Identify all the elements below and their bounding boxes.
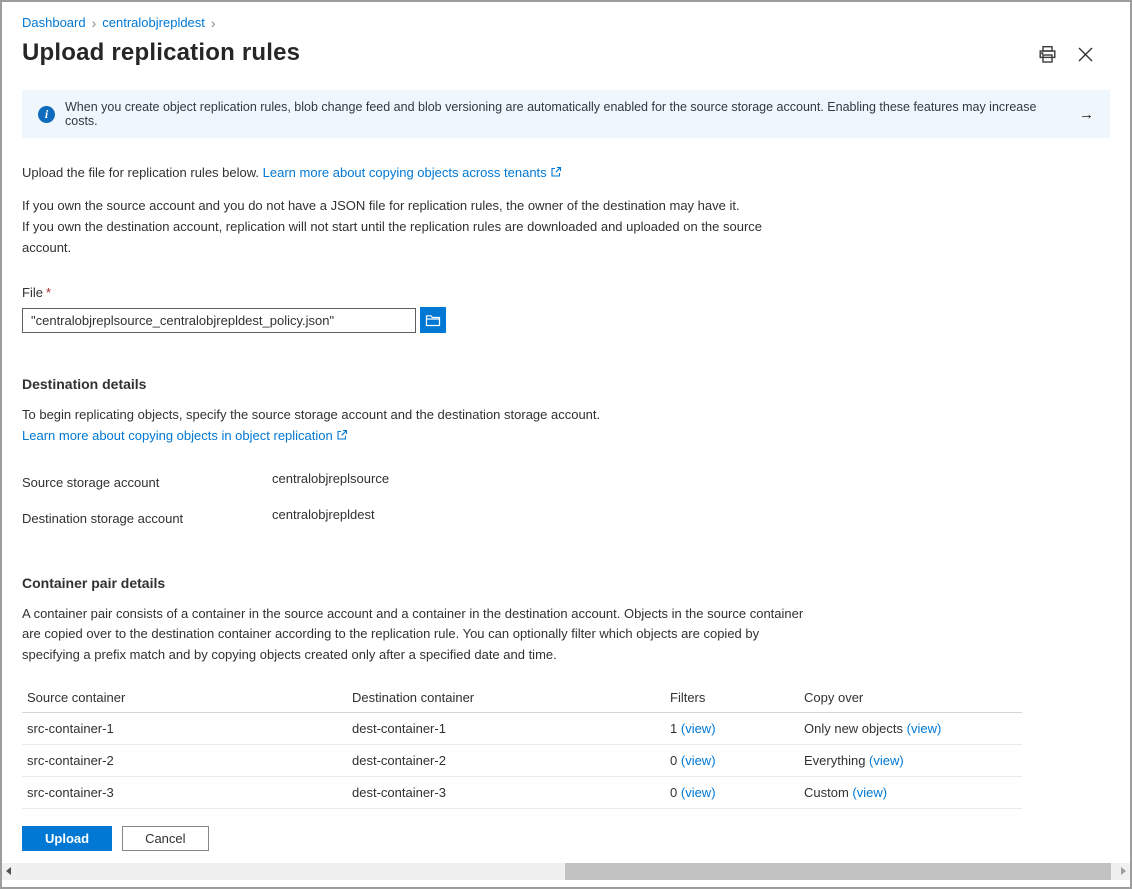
- filters-view-link[interactable]: (view): [681, 753, 716, 768]
- file-field-label: File*: [22, 285, 1110, 300]
- file-label-text: File: [22, 285, 43, 300]
- external-link-icon: [550, 166, 562, 181]
- source-container-cell: src-container-1: [22, 721, 347, 736]
- table-row: src-container-2 dest-container-2 0 (view…: [22, 745, 1022, 777]
- destination-container-cell: dest-container-2: [347, 753, 665, 768]
- print-button[interactable]: [1036, 43, 1059, 66]
- filters-count: 0: [670, 753, 677, 768]
- scrollbar-thumb[interactable]: [565, 863, 1111, 880]
- source-storage-account-row: Source storage account centralobjreplsou…: [22, 471, 1110, 490]
- browse-file-button[interactable]: [420, 307, 446, 333]
- container-pair-table: Source container Destination container F…: [22, 683, 1022, 809]
- info-banner: i When you create object replication rul…: [22, 90, 1110, 138]
- destination-details-heading: Destination details: [22, 376, 1110, 392]
- required-marker: *: [46, 285, 51, 300]
- notes-line-1: If you own the source account and you do…: [22, 196, 800, 217]
- chevron-right-icon: ›: [92, 15, 97, 30]
- column-header-filters: Filters: [665, 690, 799, 705]
- source-container-cell: src-container-2: [22, 753, 347, 768]
- learn-more-object-replication-link[interactable]: Learn more about copying objects in obje…: [22, 428, 333, 443]
- table-row: src-container-1 dest-container-1 1 (view…: [22, 713, 1022, 745]
- scroll-right-arrow-icon[interactable]: [1121, 867, 1126, 875]
- filters-cell: 0 (view): [665, 785, 799, 800]
- notes-paragraph: If you own the source account and you do…: [22, 196, 800, 258]
- filters-view-link[interactable]: (view): [681, 721, 716, 736]
- close-button[interactable]: [1075, 44, 1096, 65]
- copy-over-value: Everything: [804, 753, 865, 768]
- print-icon: [1038, 52, 1057, 67]
- info-icon: i: [38, 106, 55, 123]
- intro-text: Upload the file for replication rules be…: [22, 165, 1110, 181]
- title-bar: Upload replication rules: [22, 39, 1110, 67]
- destination-description-text: To begin replicating objects, specify th…: [22, 405, 1110, 425]
- source-storage-account-label: Source storage account: [22, 471, 272, 490]
- copy-over-value: Only new objects: [804, 721, 903, 736]
- folder-icon: [425, 314, 441, 327]
- close-icon: [1077, 51, 1094, 66]
- table-header-row: Source container Destination container F…: [22, 683, 1022, 713]
- page-title: Upload replication rules: [22, 39, 300, 67]
- cancel-button[interactable]: Cancel: [122, 826, 208, 851]
- upload-replication-rules-blade: Dashboard › centralobjrepldest › Upload …: [2, 2, 1130, 887]
- copy-over-view-link[interactable]: (view): [907, 721, 942, 736]
- source-storage-account-value: centralobjreplsource: [272, 471, 389, 486]
- breadcrumb-dashboard-link[interactable]: Dashboard: [22, 15, 86, 30]
- container-pair-details-heading: Container pair details: [22, 575, 1110, 591]
- table-row: src-container-3 dest-container-3 0 (view…: [22, 777, 1022, 809]
- container-pair-description: A container pair consists of a container…: [22, 604, 804, 666]
- destination-storage-account-row: Destination storage account centralobjre…: [22, 507, 1110, 526]
- copy-over-value: Custom: [804, 785, 849, 800]
- filters-count: 1: [670, 721, 677, 736]
- file-field-row: [22, 307, 1110, 333]
- copy-over-view-link[interactable]: (view): [869, 753, 904, 768]
- filters-cell: 1 (view): [665, 721, 799, 736]
- storage-account-fields: Source storage account centralobjreplsou…: [22, 471, 1110, 526]
- column-header-copy-over: Copy over: [799, 690, 1022, 705]
- destination-container-cell: dest-container-3: [347, 785, 665, 800]
- breadcrumb: Dashboard › centralobjrepldest ›: [22, 2, 1110, 30]
- destination-details-description: To begin replicating objects, specify th…: [22, 405, 1110, 446]
- destination-storage-account-label: Destination storage account: [22, 507, 272, 526]
- intro-sentence: Upload the file for replication rules be…: [22, 165, 259, 180]
- notes-line-2: If you own the destination account, repl…: [22, 217, 800, 259]
- footer-actions: Upload Cancel: [22, 826, 209, 851]
- source-container-cell: src-container-3: [22, 785, 347, 800]
- filters-count: 0: [670, 785, 677, 800]
- learn-more-tenants-link[interactable]: Learn more about copying objects across …: [263, 165, 547, 180]
- horizontal-scrollbar[interactable]: [2, 863, 1130, 880]
- external-link-icon: [336, 429, 348, 444]
- filters-view-link[interactable]: (view): [681, 785, 716, 800]
- copy-over-cell: Only new objects (view): [799, 721, 1022, 736]
- upload-button[interactable]: Upload: [22, 826, 112, 851]
- copy-over-cell: Custom (view): [799, 785, 1022, 800]
- banner-arrow-link[interactable]: →: [1079, 106, 1094, 123]
- column-header-source-container: Source container: [22, 690, 347, 705]
- copy-over-cell: Everything (view): [799, 753, 1022, 768]
- file-input[interactable]: [22, 308, 416, 333]
- destination-storage-account-value: centralobjrepldest: [272, 507, 375, 522]
- scroll-left-arrow-icon[interactable]: [6, 867, 11, 875]
- title-actions: [1036, 43, 1096, 66]
- destination-container-cell: dest-container-1: [347, 721, 665, 736]
- chevron-right-icon: ›: [211, 15, 216, 30]
- copy-over-view-link[interactable]: (view): [852, 785, 887, 800]
- info-banner-text: When you create object replication rules…: [65, 100, 1067, 128]
- breadcrumb-centralobjrepldest-link[interactable]: centralobjrepldest: [102, 15, 205, 30]
- filters-cell: 0 (view): [665, 753, 799, 768]
- column-header-destination-container: Destination container: [347, 690, 665, 705]
